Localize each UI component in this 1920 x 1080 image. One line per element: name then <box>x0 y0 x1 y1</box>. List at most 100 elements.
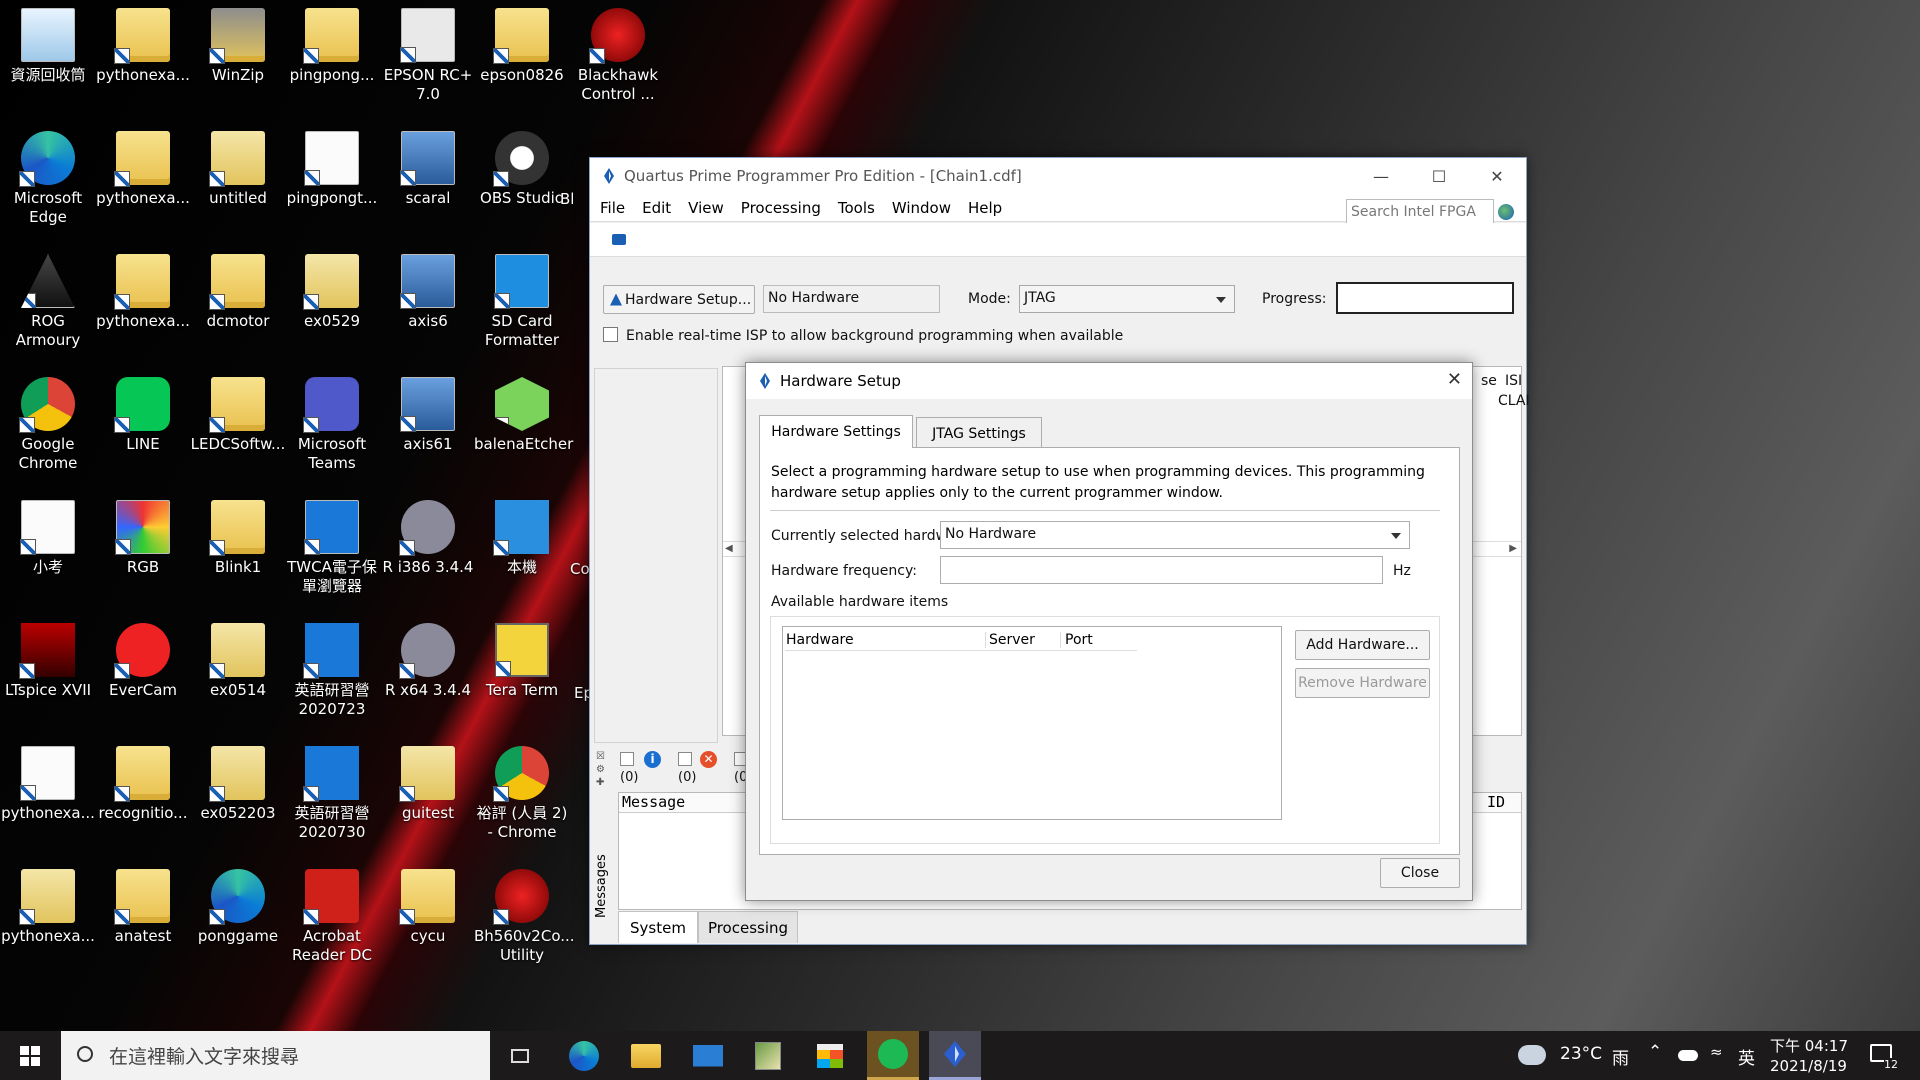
start-button[interactable] <box>4 1031 56 1080</box>
spotify-icon[interactable] <box>867 1031 919 1080</box>
pythonexa-file-icon-1[interactable]: pythonexa... <box>0 738 96 823</box>
xiaokao-icon[interactable]: 小考 <box>0 492 96 577</box>
menu-tools[interactable]: Tools <box>838 199 875 217</box>
partial-label-ep[interactable]: Ep <box>574 684 590 703</box>
wifi-icon[interactable]: ≈ <box>1710 1043 1723 1061</box>
line-icon[interactable]: LINE <box>95 369 191 454</box>
menu-file[interactable]: File <box>600 199 625 217</box>
globe-icon[interactable] <box>1498 204 1514 220</box>
cycu-folder-icon[interactable]: cycu <box>380 861 476 946</box>
recognitio-icon[interactable]: recognitio... <box>95 738 191 823</box>
add-hardware-button[interactable]: Add Hardware... <box>1295 630 1430 660</box>
bh560-utility-icon[interactable]: Bh560v2Co... Utility <box>474 861 575 965</box>
tab-system[interactable]: System <box>618 911 698 943</box>
task-view-icon[interactable] <box>494 1031 546 1080</box>
hardware-setup-button[interactable]: Hardware Setup... <box>603 285 755 314</box>
recycle-bin-icon[interactable]: 資源回收筒 <box>0 0 96 85</box>
epson-rc-icon[interactable]: EPSON RC+ 7.0 <box>380 0 476 104</box>
winzip-icon[interactable]: WinZip <box>190 0 286 85</box>
filter-side-icons[interactable]: ☒ ⚙ ✚ <box>596 750 608 790</box>
evercam-icon[interactable]: EverCam <box>95 615 191 700</box>
rgb-icon[interactable]: RGB <box>95 492 191 577</box>
error-icon[interactable]: ✕ <box>700 751 717 768</box>
obs-studio-icon[interactable]: OBS Studio <box>474 123 570 208</box>
microsoft-edge-icon[interactable]: Microsoft Edge <box>0 123 96 227</box>
filter-checkbox-2[interactable] <box>678 752 692 766</box>
menu-processing[interactable]: Processing <box>741 199 821 217</box>
balenaetcher-icon[interactable]: balenaEtcher <box>474 369 573 454</box>
file-explorer-icon[interactable] <box>620 1031 672 1080</box>
dialog-close-icon[interactable]: ✕ <box>1447 369 1462 390</box>
axis61-icon[interactable]: axis61 <box>380 369 476 454</box>
isp-checkbox[interactable] <box>603 327 618 342</box>
ledcsoftw-folder-icon[interactable]: LEDCSoftw... <box>190 369 286 454</box>
pythonexa-python-icon[interactable]: pythonexa... <box>0 861 96 946</box>
filter-checkbox-1[interactable] <box>620 752 634 766</box>
column-hardware[interactable]: Hardware <box>786 632 986 648</box>
quartus-taskbar-icon[interactable] <box>929 1031 981 1080</box>
chevron-up-icon[interactable]: ⌃ <box>1648 1042 1662 1062</box>
microsoft-store-icon[interactable] <box>804 1031 856 1080</box>
dcmotor-folder-icon[interactable]: dcmotor <box>190 246 286 331</box>
mail-icon[interactable] <box>682 1031 734 1080</box>
pythonexa-folder-icon-1[interactable]: pythonexa... <box>95 0 191 85</box>
column-server[interactable]: Server <box>987 632 1061 648</box>
google-chrome-icon[interactable]: Google Chrome <box>0 369 96 473</box>
menu-help[interactable]: Help <box>968 199 1002 217</box>
ponggame-edge-icon[interactable]: ponggame <box>190 861 286 946</box>
microsoft-teams-icon[interactable]: Microsoft Teams <box>284 369 380 473</box>
close-window-button[interactable]: ✕ <box>1468 158 1526 194</box>
tab-processing[interactable]: Processing <box>698 911 798 943</box>
tab-jtag-settings[interactable]: JTAG Settings <box>916 417 1042 449</box>
pythonexa-folder-icon-3[interactable]: pythonexa... <box>95 246 191 331</box>
info-icon[interactable]: i <box>644 751 661 768</box>
blink1-folder-icon[interactable]: Blink1 <box>190 492 286 577</box>
blackhawk-control-icon[interactable]: Blackhawk Control ... <box>570 0 666 104</box>
column-port[interactable]: Port <box>1063 632 1093 648</box>
axis6-icon[interactable]: axis6 <box>380 246 476 331</box>
menu-edit[interactable]: Edit <box>642 199 671 217</box>
clock-date[interactable]: 2021/8/19 <box>1770 1057 1847 1075</box>
pingpong-folder-icon[interactable]: pingpong... <box>284 0 380 85</box>
epson0826-folder-icon[interactable]: epson0826 <box>474 0 570 85</box>
r-i386-icon[interactable]: R i386 3.4.4 <box>380 492 476 577</box>
sd-card-formatter-icon[interactable]: SD Card Formatter <box>474 246 570 350</box>
english-ppt-icon-1[interactable]: 英語研習營 2020723 <box>284 615 380 719</box>
edge-taskbar-icon[interactable] <box>558 1031 610 1080</box>
clock-time[interactable]: 下午 04:17 <box>1770 1035 1848 1056</box>
remove-hardware-button[interactable]: Remove Hardware <box>1295 668 1430 698</box>
ltspice-icon[interactable]: LTspice XVII <box>0 615 96 700</box>
menu-window[interactable]: Window <box>892 199 951 217</box>
python-idle-icon[interactable] <box>742 1031 794 1080</box>
taskbar-search-box[interactable]: 在這裡輸入文字來搜尋 <box>61 1031 490 1080</box>
minimize-button[interactable]: — <box>1352 158 1410 194</box>
hardware-frequency-input[interactable] <box>940 556 1383 584</box>
chrome-profile-icon[interactable]: 裕評 (人員 2) - Chrome <box>474 738 570 842</box>
pythonexa-folder-icon-2[interactable]: pythonexa... <box>95 123 191 208</box>
close-button[interactable]: Close <box>1380 858 1460 888</box>
chat-icon[interactable] <box>612 234 626 245</box>
tera-term-icon[interactable]: Tera Term <box>474 615 570 700</box>
scaral-icon[interactable]: scaral <box>380 123 476 208</box>
acrobat-reader-icon[interactable]: Acrobat Reader DC <box>284 861 380 965</box>
twca-browser-icon[interactable]: TWCA電子保單瀏覽器 <box>284 492 380 596</box>
pingpongt-file-icon[interactable]: pingpongt... <box>284 123 380 208</box>
search-intel-fpga-input[interactable]: Search Intel FPGA <box>1346 199 1494 225</box>
selected-hardware-select[interactable]: No Hardware <box>940 521 1410 549</box>
mode-select[interactable]: JTAG <box>1019 285 1235 313</box>
english-ppt-icon-2[interactable]: 英語研習營 2020730 <box>284 738 380 842</box>
tab-hardware-settings[interactable]: Hardware Settings <box>759 415 913 448</box>
guitest-python-icon[interactable]: guitest <box>380 738 476 823</box>
onedrive-icon[interactable] <box>1678 1050 1698 1061</box>
anatest-folder-icon[interactable]: anatest <box>95 861 191 946</box>
ex052203-python-icon[interactable]: ex052203 <box>190 738 286 823</box>
menu-view[interactable]: View <box>688 199 724 217</box>
ex0529-python-icon[interactable]: ex0529 <box>284 246 380 331</box>
maximize-button[interactable]: ☐ <box>1410 158 1468 194</box>
ime-indicator[interactable]: 英 <box>1738 1044 1755 1069</box>
ex0514-python-icon[interactable]: ex0514 <box>190 615 286 700</box>
partial-label-bl[interactable]: Bl <box>560 190 590 209</box>
rog-armoury-icon[interactable]: ROG Armoury <box>0 246 96 350</box>
r-x64-icon[interactable]: R x64 3.4.4 <box>380 615 476 700</box>
weather-icon[interactable] <box>1518 1045 1546 1065</box>
